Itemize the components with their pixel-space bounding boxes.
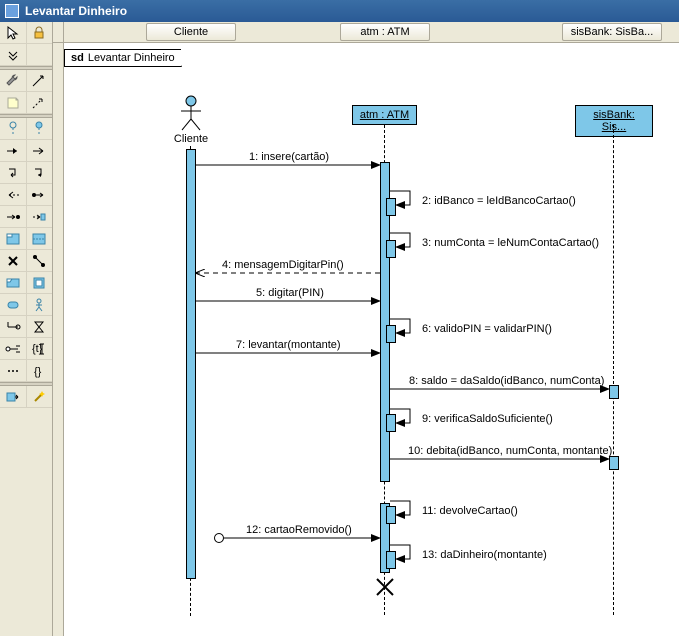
note-tool-icon[interactable] xyxy=(0,92,27,113)
lock-tool[interactable] xyxy=(27,22,53,43)
time-obs-tool-icon[interactable] xyxy=(0,338,27,359)
wand-tool-icon[interactable] xyxy=(27,386,53,407)
msg-7-label[interactable]: 7: levantar(montante) xyxy=(236,339,341,351)
window-title-icon xyxy=(5,4,19,18)
msg-13-label[interactable]: 13: daDinheiro(montante) xyxy=(422,549,547,561)
actor-tool-icon[interactable] xyxy=(27,294,53,315)
window-titlebar: Levantar Dinheiro xyxy=(0,0,679,22)
self-msg-filled-tool-icon[interactable] xyxy=(27,162,53,183)
svg-text:{}: {} xyxy=(34,366,42,378)
msg-3-label[interactable]: 3: numConta = leNumContaCartao() xyxy=(422,237,599,249)
msg-10-label[interactable]: 10: debita(idBanco, numConta, montante) xyxy=(408,445,612,457)
msg-2-label[interactable]: 2: idBanco = leIdBancoCartao() xyxy=(422,195,576,207)
selection-tool[interactable] xyxy=(0,22,27,43)
fragment-detail-tool-icon[interactable] xyxy=(27,228,53,249)
lost-msg-tool-icon[interactable] xyxy=(0,206,27,227)
expand-icon[interactable] xyxy=(0,44,27,65)
tool-wrench-icon[interactable] xyxy=(0,70,27,91)
reply-msg-tool-icon[interactable] xyxy=(0,184,27,205)
async-msg-tool-icon[interactable] xyxy=(27,140,53,161)
diagram-nav-tool-icon[interactable] xyxy=(0,386,27,407)
self-msg-tool-icon[interactable] xyxy=(0,162,27,183)
create-msg-tool-icon[interactable] xyxy=(27,206,53,227)
msg-6-label[interactable]: 6: validoPIN = validarPIN() xyxy=(422,323,552,335)
arrows-layer xyxy=(64,43,679,633)
lifeline-open-tool-icon[interactable] xyxy=(0,118,27,139)
overview-tool-icon[interactable] xyxy=(27,272,53,293)
sync-msg-tool-icon[interactable] xyxy=(0,140,27,161)
fragment-tool-icon[interactable] xyxy=(0,228,27,249)
interaction-use-tool-icon[interactable] xyxy=(0,272,27,293)
header-atm[interactable]: atm : ATM xyxy=(340,23,430,41)
diagram-canvas[interactable]: sd Levantar Dinheiro Cliente atm : ATM s… xyxy=(64,43,679,636)
content-area: {t} {} Cliente atm : ATM sisBank: SisBa.… xyxy=(0,22,679,636)
dots-tool-icon[interactable] xyxy=(0,360,27,381)
anchor-tool-icon[interactable] xyxy=(0,316,27,337)
msg-5-label[interactable]: 5: digitar(PIN) xyxy=(256,287,324,299)
msg-12-label[interactable]: 12: cartaoRemovido() xyxy=(246,524,352,536)
msg-11-label[interactable]: 11: devolveCartao() xyxy=(422,505,518,517)
dash-arrow-tool-icon[interactable] xyxy=(27,92,53,113)
vertical-ruler xyxy=(53,43,64,636)
header-cliente[interactable]: Cliente xyxy=(146,23,236,41)
msg-1-label[interactable]: 1: insere(cartão) xyxy=(249,151,329,163)
state-tool-icon[interactable] xyxy=(0,294,27,315)
braces-tool-icon[interactable]: {} xyxy=(27,360,53,381)
svg-text:{t}: {t} xyxy=(32,343,43,355)
window-title: Levantar Dinheiro xyxy=(25,4,127,18)
header-sisbank[interactable]: sisBank: SisBa... xyxy=(562,23,662,41)
found-msg-tool-icon[interactable] xyxy=(27,184,53,205)
tool-palette: {t} {} xyxy=(0,22,53,636)
lifeline-filled-tool-icon[interactable] xyxy=(27,118,53,139)
time-cons-tool-icon[interactable]: {t} xyxy=(27,338,53,359)
lifeline-header-row: Cliente atm : ATM sisBank: SisBa... xyxy=(53,22,679,43)
msg-9-label[interactable]: 9: verificaSaldoSuficiente() xyxy=(422,413,553,425)
msg-8-label[interactable]: 8: saldo = daSaldo(idBanco, numConta) xyxy=(409,375,604,387)
found-message-origin xyxy=(214,533,224,543)
msg-4-label[interactable]: 4: mensagemDigitarPin() xyxy=(222,259,344,271)
arrow-tool-icon[interactable] xyxy=(27,70,53,91)
connector-tool-icon[interactable] xyxy=(27,250,53,271)
destroy-tool-icon[interactable] xyxy=(0,250,27,271)
hourglass-tool-icon[interactable] xyxy=(27,316,53,337)
main-area: Cliente atm : ATM sisBank: SisBa... sd L… xyxy=(53,22,679,636)
